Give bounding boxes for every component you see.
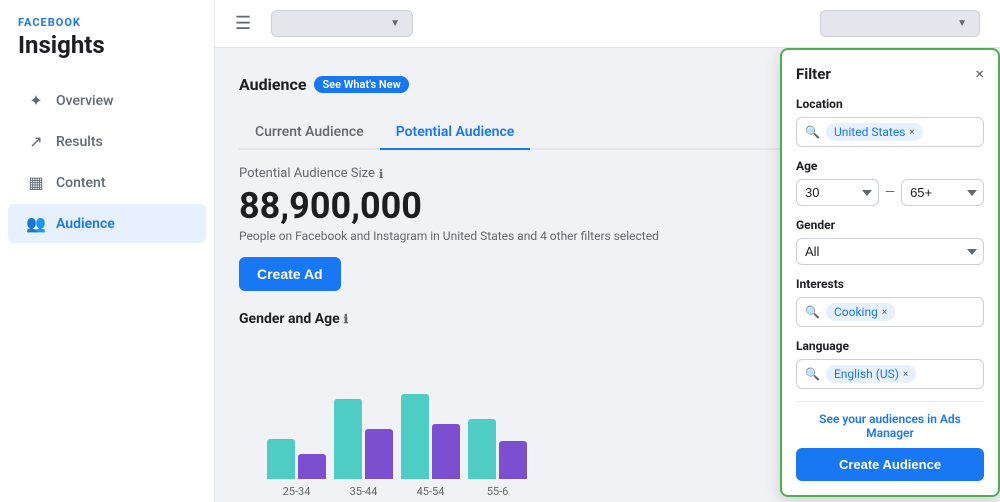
interests-tag: Cooking ×: [826, 303, 895, 321]
filter-location-input[interactable]: 🔍 United States ×: [796, 117, 984, 147]
overview-icon: ✦: [26, 91, 46, 110]
bar-men-35-44: [365, 429, 393, 479]
hamburger-icon[interactable]: ☰: [235, 13, 251, 34]
sidebar-item-content[interactable]: ▦ Content: [8, 163, 206, 202]
bar-group-25-34: [267, 439, 326, 479]
x-label-35-44: 35-44: [334, 485, 393, 498]
create-audience-button[interactable]: Create Audience: [796, 448, 984, 481]
filter-age-section: Age 30 — 65+: [796, 159, 984, 206]
filter-interests-input[interactable]: 🔍 Cooking ×: [796, 297, 984, 327]
filter-actions: See your audiences in Ads Manager Create…: [796, 401, 984, 481]
page-select-chevron: ▼: [390, 18, 400, 29]
main-content: ☰ ▼ ▼ Audience See What's New ⚙ Filter ⬇: [215, 0, 1000, 502]
pages-filter-chevron: ▼: [957, 18, 967, 29]
bar-women-35-44: [334, 399, 362, 479]
pages-filter-value: [833, 19, 951, 29]
sidebar-item-audience[interactable]: 👥 Audience: [8, 204, 206, 243]
sidebar-item-results[interactable]: ↗ Results: [8, 122, 206, 161]
filter-gender-section: Gender All Men Women: [796, 218, 984, 265]
filter-interests-label: Interests: [796, 277, 984, 291]
age-to-select[interactable]: 65+: [901, 179, 984, 206]
top-bar: ☰ ▼ ▼: [215, 0, 1000, 48]
bar-group-55-6: [468, 419, 527, 479]
audience-icon: 👥: [26, 214, 46, 233]
x-label-45-54: 45-54: [401, 485, 460, 498]
chart-info-icon: ℹ: [344, 312, 349, 326]
sidebar-nav: ✦ Overview ↗ Results ▦ Content 👥 Audienc…: [0, 79, 214, 245]
info-icon: ℹ: [379, 167, 384, 181]
bar-women-55-6: [468, 419, 496, 479]
bar-women-45-54: [401, 394, 429, 479]
brand-name: FACEBOOK: [18, 16, 196, 29]
bar-men-25-34: [298, 454, 326, 479]
x-label-55-6: 55-6: [468, 485, 527, 498]
filter-close-button[interactable]: ×: [975, 64, 984, 83]
location-tag-remove[interactable]: ×: [909, 127, 914, 138]
interests-tag-remove[interactable]: ×: [882, 307, 887, 318]
location-search-icon: 🔍: [805, 125, 820, 139]
bar-group-35-44: [334, 399, 393, 479]
page-select[interactable]: ▼: [271, 10, 413, 37]
tab-current-audience[interactable]: Current Audience: [239, 116, 380, 150]
interests-search-icon: 🔍: [805, 305, 820, 319]
create-ad-button[interactable]: Create Ad: [239, 257, 341, 291]
sidebar-item-results-label: Results: [56, 134, 103, 150]
page-select-value: [284, 19, 384, 29]
bar-women-25-34: [267, 439, 295, 479]
sidebar-item-overview-label: Overview: [56, 93, 113, 109]
age-dash: —: [885, 185, 895, 200]
filter-language-label: Language: [796, 339, 984, 353]
bar-men-45-54: [432, 424, 460, 479]
bar-men-55-6: [499, 441, 527, 479]
location-tag: United States ×: [826, 123, 923, 141]
sidebar-item-overview[interactable]: ✦ Overview: [8, 81, 206, 120]
results-icon: ↗: [26, 132, 46, 151]
audience-title-group: Audience See What's New: [239, 75, 409, 94]
filter-location-section: Location 🔍 United States ×: [796, 97, 984, 147]
sidebar-item-audience-label: Audience: [56, 216, 115, 232]
gender-select[interactable]: All Men Women: [796, 238, 984, 265]
content-icon: ▦: [26, 173, 46, 192]
filter-gender-label: Gender: [796, 218, 984, 232]
tab-potential-audience[interactable]: Potential Audience: [380, 116, 531, 150]
x-label-25-34: 25-34: [267, 485, 326, 498]
see-audiences-link[interactable]: See your audiences in Ads Manager: [796, 412, 984, 440]
language-tag: English (US) ×: [826, 365, 916, 383]
see-whats-new-badge[interactable]: See What's New: [314, 76, 408, 93]
filter-age-label: Age: [796, 159, 984, 173]
age-from-select[interactable]: 30: [796, 179, 879, 206]
pages-filter-select[interactable]: ▼: [820, 10, 980, 37]
bar-group-45-54: [401, 394, 460, 479]
insights-title: Insights: [18, 31, 196, 59]
filter-interests-section: Interests 🔍 Cooking ×: [796, 277, 984, 327]
filter-age-row: 30 — 65+: [796, 179, 984, 206]
filter-panel: Filter × Location 🔍 United States × Age: [780, 48, 1000, 497]
language-tag-remove[interactable]: ×: [903, 369, 908, 380]
filter-location-label: Location: [796, 97, 984, 111]
x-axis-labels: 25-34 35-44 45-54 55-6: [239, 485, 527, 498]
sidebar-item-content-label: Content: [56, 175, 106, 191]
filter-panel-title: Filter: [796, 65, 831, 83]
filter-panel-header: Filter ×: [796, 64, 984, 83]
bar-chart: [239, 339, 527, 479]
filter-language-input[interactable]: 🔍 English (US) ×: [796, 359, 984, 389]
sidebar-brand: FACEBOOK Insights: [0, 0, 214, 63]
language-search-icon: 🔍: [805, 367, 820, 381]
sidebar: FACEBOOK Insights ✦ Overview ↗ Results ▦…: [0, 0, 215, 502]
audience-heading: Audience: [239, 75, 306, 94]
page-area: Audience See What's New ⚙ Filter ⬇ Expor…: [215, 48, 1000, 502]
filter-language-section: Language 🔍 English (US) ×: [796, 339, 984, 389]
